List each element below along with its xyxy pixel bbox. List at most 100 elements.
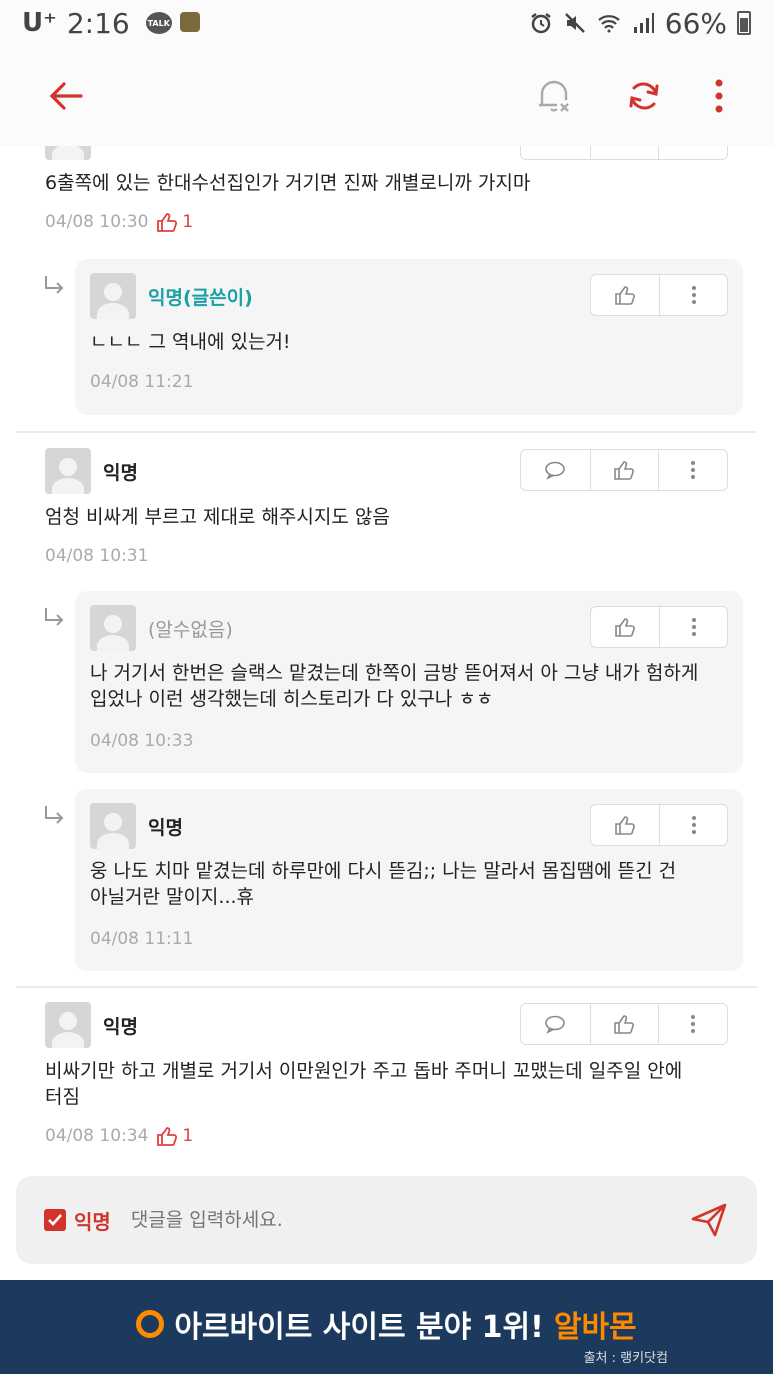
- battery-icon: [737, 11, 751, 35]
- reply-header: 익명(글쓴이): [90, 273, 253, 319]
- back-button[interactable]: [44, 74, 88, 118]
- avatar: [45, 448, 91, 494]
- author-name: 익명: [148, 816, 183, 839]
- like-button[interactable]: [589, 146, 659, 159]
- thumbs-up-icon: [614, 461, 635, 480]
- more-vertical-icon: [715, 79, 723, 113]
- send-icon: [691, 1203, 727, 1237]
- comment-input[interactable]: [130, 1209, 651, 1231]
- albamon-logo-icon: [136, 1310, 165, 1338]
- more-vertical-icon: [691, 286, 696, 304]
- alarm-icon: [531, 13, 551, 34]
- thumbs-up-icon: [615, 618, 635, 637]
- more-button[interactable]: [658, 450, 727, 490]
- signal-icon: [633, 13, 654, 33]
- comment-time: 04/08 10:34: [45, 1126, 149, 1146]
- refresh-icon: [629, 82, 659, 110]
- speech-bubble-icon: [545, 1015, 566, 1034]
- comment-text-line: 비싸기만 하고 개별로 거기서 이만원인가 주고 돕바 주머니 꼬맸는데 일주일…: [45, 1060, 683, 1082]
- reply-text: ㄴㄴㄴ 그 역내에 있는거!: [90, 331, 291, 353]
- reply-text-line: 입었나 이런 생각했는데 히스토리가 다 있구나 ㅎㅎ: [90, 688, 494, 710]
- carrier-label: U⁺: [22, 8, 57, 38]
- author-name: 익명: [103, 461, 138, 484]
- reply-text-line: 웅 나도 치마 맡겼는데 하루만에 다시 뜯김;; 나는 말라서 몸집땜에 뜯긴…: [90, 860, 677, 882]
- ad-banner[interactable]: 아르바이트 사이트 분야 1위! 알바몬 출처 : 랭키닷컴: [0, 1280, 773, 1374]
- comment-header: 익명: [45, 1002, 138, 1048]
- reply: (알수없음) 나 거기서 한번은 슬랙스 맡겼는데 한쪽이 금방 뜯어져서 아 …: [75, 591, 743, 773]
- avatar: [90, 605, 136, 651]
- reply-time: 04/08 11:11: [90, 929, 194, 949]
- thumbs-up-icon: [157, 213, 178, 232]
- comment-text-line: 터짐: [45, 1086, 80, 1108]
- banner-brand: 알바몬: [553, 1310, 637, 1345]
- like-button[interactable]: [591, 275, 659, 315]
- speech-bubble-icon: [545, 461, 566, 480]
- like-count: 1: [156, 1126, 193, 1146]
- reply-actions: [590, 274, 728, 316]
- reply-button[interactable]: [521, 1004, 590, 1044]
- reply-header: (알수없음): [90, 605, 233, 651]
- more-menu-button[interactable]: [697, 74, 741, 118]
- more-button[interactable]: [658, 1004, 727, 1044]
- like-button[interactable]: [589, 450, 659, 490]
- anonymous-label[interactable]: 익명: [74, 1206, 111, 1235]
- comment-text: 6출쪽에 있는 한대수선집인가 거기면 진짜 개별로니까 가지마: [45, 172, 531, 194]
- author-name: 익명(글쓴이): [148, 286, 253, 309]
- thumbs-up-icon: [157, 1127, 178, 1146]
- comment-meta: 04/08 10:34 1: [45, 1126, 193, 1146]
- check-icon: [48, 1214, 62, 1226]
- reply-button[interactable]: [521, 146, 590, 159]
- reply: 익명(글쓴이) ㄴㄴㄴ 그 역내에 있는거! 04/08 11:21: [75, 259, 743, 415]
- avatar: [45, 146, 91, 160]
- wifi-icon: [598, 15, 620, 33]
- thumbs-up-icon: [615, 286, 635, 305]
- thumbs-up-icon: [615, 816, 635, 835]
- comment-meta: 04/08 10:30 1: [45, 212, 193, 232]
- more-button[interactable]: [659, 805, 727, 845]
- reply-arrow-icon: [45, 608, 64, 626]
- like-button[interactable]: [591, 607, 659, 647]
- notification-off-button[interactable]: [532, 74, 576, 118]
- author-name: 익명: [103, 1015, 138, 1038]
- avatar: [90, 273, 136, 319]
- banner-headline: 아르바이트 사이트 분야 1위! 알바몬: [0, 1302, 773, 1346]
- author-name: (알수없음): [148, 618, 233, 641]
- comment-header: 익명: [45, 448, 138, 494]
- comment-text: 엄청 비싸게 부르고 제대로 해주시지도 않음: [45, 506, 390, 528]
- clock: 2:16: [66, 6, 130, 40]
- app-bar: [0, 46, 773, 146]
- reply-text-line: 아닐거란 말이지...휴: [90, 886, 254, 908]
- banner-source: 출처 : 랭키닷컴: [583, 1351, 668, 1366]
- app-notification-icon: [179, 12, 200, 32]
- reply-actions: [590, 606, 728, 648]
- comment-actions: [520, 146, 728, 160]
- comment-time: 04/08 10:31: [45, 546, 149, 566]
- reply-header: 익명: [90, 803, 183, 849]
- comment-actions: [520, 449, 728, 491]
- more-vertical-icon: [691, 461, 696, 479]
- send-button[interactable]: [689, 1200, 729, 1240]
- refresh-button[interactable]: [622, 74, 666, 118]
- more-button[interactable]: [659, 607, 727, 647]
- comment-list[interactable]: 6출쪽에 있는 한대수선집인가 거기면 진짜 개별로니까 가지마 04/08 1…: [0, 146, 773, 1176]
- reply-arrow-icon: [45, 276, 64, 294]
- kakaotalk-icon: TALK: [145, 12, 172, 34]
- avatar: [45, 1002, 91, 1048]
- reply: 익명 웅 나도 치마 맡겼는데 하루만에 다시 뜯김;; 나는 말라서 몸집땜에…: [75, 789, 743, 971]
- comment-input-bar: 익명: [16, 1176, 757, 1264]
- comment-actions: [520, 1003, 728, 1045]
- reply-time: 04/08 11:21: [90, 372, 194, 392]
- reply-button[interactable]: [521, 450, 590, 490]
- like-button[interactable]: [589, 1004, 659, 1044]
- more-vertical-icon: [691, 618, 696, 636]
- more-button[interactable]: [658, 146, 727, 159]
- more-button[interactable]: [659, 275, 727, 315]
- like-button[interactable]: [591, 805, 659, 845]
- battery-percent: 66%: [664, 6, 727, 40]
- reply-time: 04/08 10:33: [90, 731, 194, 751]
- status-bar: U⁺ 2:16 TALK 66%: [0, 0, 773, 46]
- reply-text-line: 나 거기서 한번은 슬랙스 맡겼는데 한쪽이 금방 뜯어져서 아 그냥 내가 험…: [90, 662, 699, 684]
- comment-time: 04/08 10:30: [45, 212, 149, 232]
- anonymous-checkbox[interactable]: [44, 1209, 66, 1231]
- divider: [16, 431, 757, 433]
